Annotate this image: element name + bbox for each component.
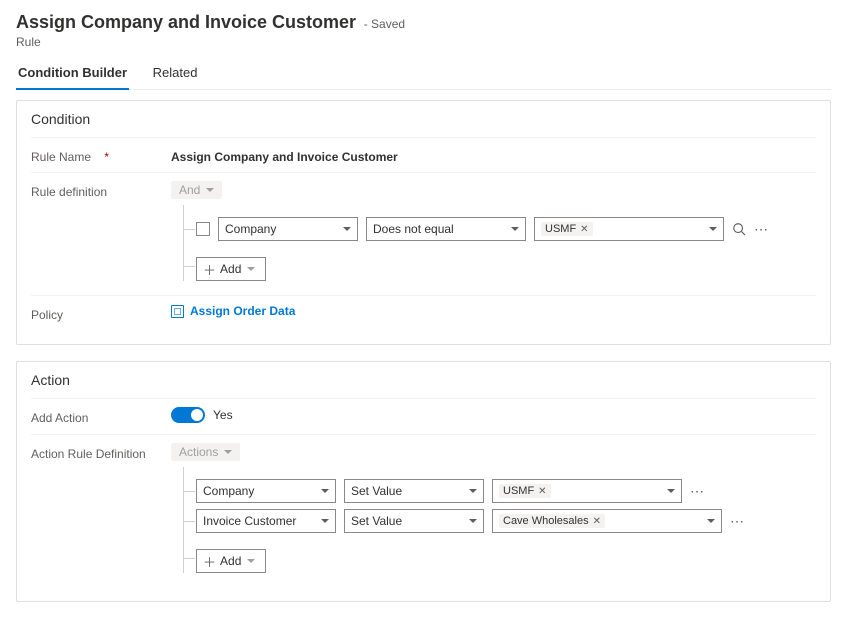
action-rule-definition-label: Action Rule Definition: [31, 443, 171, 461]
chevron-down-icon: [343, 227, 351, 231]
action-value-dropdown[interactable]: Cave Wholesales ✕: [492, 509, 722, 533]
tab-related[interactable]: Related: [151, 59, 200, 88]
condition-group-logic[interactable]: And: [171, 181, 222, 199]
chevron-down-icon: [321, 519, 329, 523]
action-operator-dropdown[interactable]: Set Value: [344, 509, 484, 533]
value-tag: Cave Wholesales ✕: [499, 514, 605, 528]
chevron-down-icon: [321, 489, 329, 493]
chevron-down-icon: [707, 519, 715, 523]
save-status: - Saved: [364, 17, 405, 31]
condition-field-dropdown[interactable]: Company: [218, 217, 358, 241]
condition-section-title: Condition: [31, 111, 816, 127]
plus-icon: ＋: [203, 260, 216, 279]
condition-operator-dropdown[interactable]: Does not equal: [366, 217, 526, 241]
policy-link[interactable]: Assign Order Data: [171, 304, 295, 318]
add-action-label: Add Action: [31, 407, 171, 425]
add-action-toggle-value: Yes: [213, 408, 233, 422]
chevron-down-icon: [511, 227, 519, 231]
action-row: Invoice Customer Set Value Cave Wholesal…: [196, 509, 816, 533]
policy-icon: [171, 305, 184, 318]
policy-label: Policy: [31, 304, 171, 322]
remove-tag-icon[interactable]: ✕: [580, 224, 588, 235]
row-more-icon[interactable]: ⋯: [690, 484, 705, 498]
tab-condition-builder[interactable]: Condition Builder: [16, 59, 129, 90]
row-more-icon[interactable]: ⋯: [754, 222, 769, 236]
action-group-label[interactable]: Actions: [171, 443, 240, 461]
rule-name-value[interactable]: Assign Company and Invoice Customer: [171, 146, 816, 164]
action-value-dropdown[interactable]: USMF ✕: [492, 479, 682, 503]
row-more-icon[interactable]: ⋯: [730, 514, 745, 528]
chevron-down-icon: [224, 450, 232, 454]
value-tag: USMF ✕: [499, 484, 551, 498]
action-field-dropdown[interactable]: Company: [196, 479, 336, 503]
condition-section: Condition Rule Name * Assign Company and…: [16, 100, 831, 345]
chevron-down-icon: [469, 519, 477, 523]
chevron-down-icon: [206, 188, 214, 192]
action-row: Company Set Value USMF ✕ ⋯: [196, 479, 816, 503]
entity-subtype: Rule: [16, 35, 831, 49]
chevron-down-icon: [667, 489, 675, 493]
remove-tag-icon[interactable]: ✕: [538, 486, 546, 497]
required-indicator: *: [104, 150, 109, 164]
condition-row: Company Does not equal USMF ✕: [196, 217, 816, 241]
action-section-title: Action: [31, 372, 816, 388]
add-action-toggle[interactable]: [171, 407, 205, 423]
rule-definition-label: Rule definition: [31, 181, 171, 199]
condition-row-checkbox[interactable]: [196, 222, 210, 236]
chevron-down-icon: [247, 559, 255, 563]
tab-bar: Condition Builder Related: [16, 59, 831, 90]
chevron-down-icon: [709, 227, 717, 231]
condition-add-button[interactable]: ＋ Add: [196, 257, 266, 281]
action-field-dropdown[interactable]: Invoice Customer: [196, 509, 336, 533]
plus-icon: ＋: [203, 552, 216, 571]
chevron-down-icon: [469, 489, 477, 493]
condition-value-dropdown[interactable]: USMF ✕: [534, 217, 724, 241]
action-section: Action Add Action Yes Action Rule Defini…: [16, 361, 831, 602]
page-title: Assign Company and Invoice Customer: [16, 12, 356, 32]
remove-tag-icon[interactable]: ✕: [593, 516, 601, 527]
rule-name-label: Rule Name *: [31, 146, 171, 164]
action-operator-dropdown[interactable]: Set Value: [344, 479, 484, 503]
chevron-down-icon: [247, 267, 255, 271]
action-add-button[interactable]: ＋ Add: [196, 549, 266, 573]
search-icon[interactable]: [732, 222, 746, 236]
value-tag: USMF ✕: [541, 222, 593, 236]
